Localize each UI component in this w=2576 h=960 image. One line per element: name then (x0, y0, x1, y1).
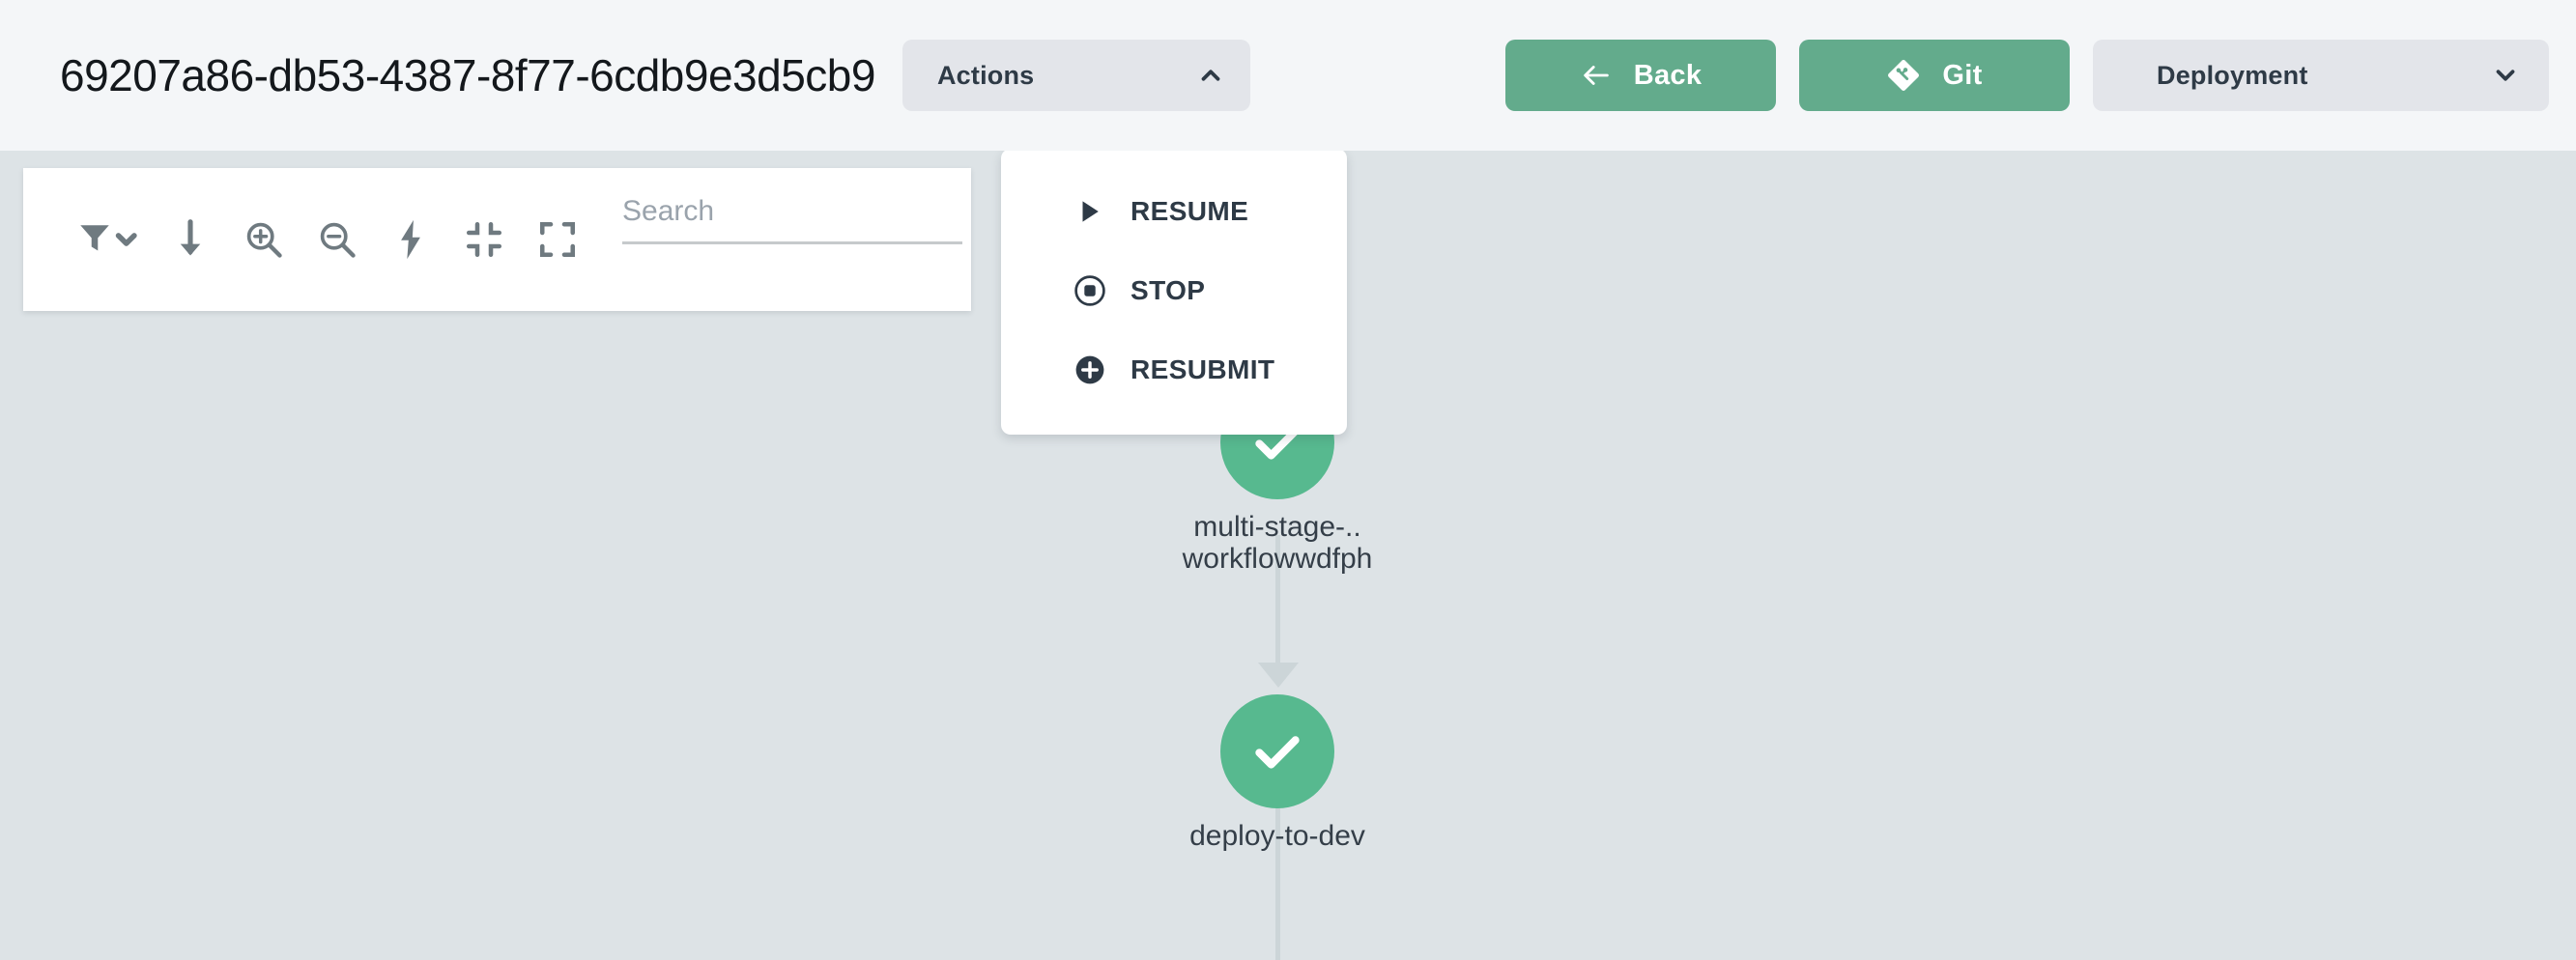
actions-dropdown-menu: RESUME STOP RESUBMIT (1001, 151, 1347, 435)
node-label-line: workflowwdfph (1182, 543, 1373, 575)
back-button[interactable]: Back (1505, 40, 1776, 111)
deployment-select-label: Deployment (2157, 60, 2308, 90)
node-status-circle (1220, 694, 1334, 808)
back-button-label: Back (1633, 59, 1703, 91)
fullscreen-icon[interactable] (535, 217, 580, 262)
search-input[interactable] (622, 195, 962, 244)
page-title: 69207a86-db53-4387-8f77-6cdb9e3d5cb9 (60, 50, 875, 100)
menu-item-label: STOP (1131, 275, 1206, 305)
node-label: deploy-to-dev (1189, 820, 1365, 852)
lightning-bolt-icon[interactable] (388, 217, 433, 262)
collapse-icon[interactable] (462, 217, 506, 262)
zoom-in-icon[interactable] (242, 217, 286, 262)
graph-edge-arrow-icon (1258, 663, 1299, 688)
node-label-line: multi-stage-.. (1193, 511, 1361, 543)
filter-icon[interactable] (77, 217, 147, 262)
workflow-detail-page: 69207a86-db53-4387-8f77-6cdb9e3d5cb9 Act… (0, 0, 2576, 960)
menu-item-label: RESUME (1131, 196, 1249, 226)
plus-circle-icon (1071, 351, 1109, 389)
node-label-line: deploy-to-dev (1189, 820, 1365, 852)
search-field (622, 195, 962, 244)
arrow-down-icon[interactable] (168, 217, 213, 262)
stop-circle-icon (1071, 271, 1109, 310)
git-button[interactable]: Git (1799, 40, 2070, 111)
node-label: multi-stage-.. workflowwdfph (1183, 511, 1373, 575)
page-header: 69207a86-db53-4387-8f77-6cdb9e3d5cb9 Act… (0, 0, 2576, 151)
graph-toolbar (23, 168, 971, 311)
arrow-left-icon (1580, 59, 1613, 92)
zoom-out-icon[interactable] (315, 217, 359, 262)
play-icon (1071, 192, 1109, 231)
deployment-select[interactable]: Deployment (2093, 40, 2549, 111)
git-icon (1886, 58, 1921, 93)
graph-node-deploy-to-dev[interactable]: deploy-to-dev (1189, 694, 1396, 852)
workflow-canvas: multi-stage-.. workflowwdfph deploy-to-d… (0, 151, 2576, 960)
menu-item-resubmit[interactable]: RESUBMIT (1001, 330, 1347, 409)
chevron-down-icon (2491, 61, 2520, 90)
chevron-up-icon (1196, 61, 1225, 90)
menu-item-stop[interactable]: STOP (1001, 251, 1347, 330)
git-button-label: Git (1942, 59, 1983, 91)
menu-item-label: RESUBMIT (1131, 354, 1275, 384)
menu-item-resume[interactable]: RESUME (1001, 172, 1347, 251)
actions-button-label: Actions (936, 60, 1035, 90)
check-icon (1246, 720, 1308, 782)
actions-button[interactable]: Actions (902, 40, 1250, 111)
